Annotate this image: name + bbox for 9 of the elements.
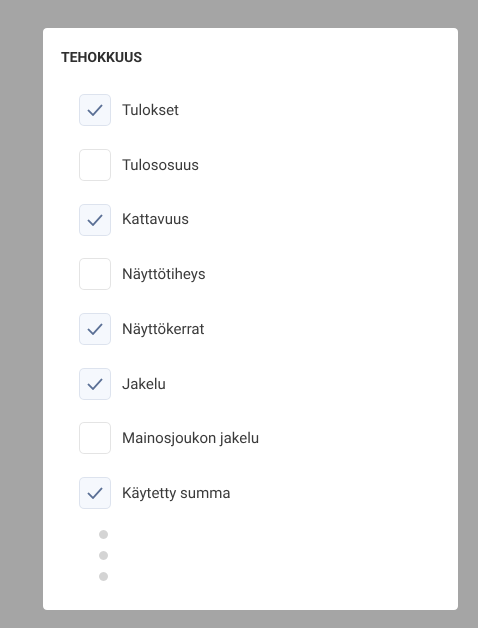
option-label: Kattavuus (122, 209, 189, 230)
section-title: TEHOKKUUS (61, 49, 142, 68)
option-label: Näyttötiheys (122, 264, 206, 286)
option-label: Jakelu (122, 374, 166, 395)
option-label: Näyttökerrat (122, 318, 204, 340)
option-label: Tulososuus (122, 154, 200, 176)
option-label: Mainosjoukon jakelu (122, 428, 260, 450)
option-label: Käytetty summa (122, 482, 231, 504)
option-label: Tulokset (122, 100, 179, 122)
